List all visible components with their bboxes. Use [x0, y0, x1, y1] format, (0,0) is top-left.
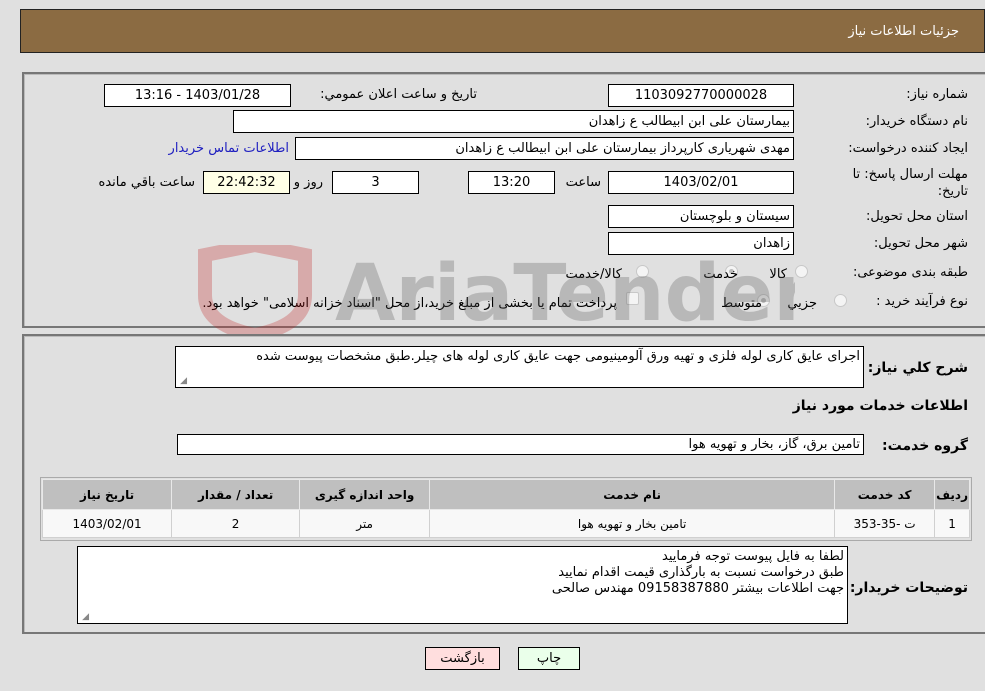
announce-label: تاریخ و ساعت اعلان عمومي: [320, 87, 477, 102]
col-header-unit: واحد اندازه گیری [299, 479, 431, 510]
category-option-goods-service: کالا/خدمت [565, 267, 622, 282]
treasury-checkbox[interactable] [626, 292, 639, 305]
print-button[interactable]: چاپ [518, 647, 580, 670]
deadline-time-field: 13:20 [468, 171, 555, 194]
col-header-service-code: کد خدمت [834, 479, 936, 510]
col-header-row-number: ردیف [934, 479, 970, 510]
buyer-contact-link[interactable]: اطلاعات تماس خریدار [169, 141, 289, 156]
need-details-panel: شماره نیاز: 1103092770000028 تاریخ و ساع… [22, 72, 985, 328]
col-header-quantity: تعداد / مقدار [171, 479, 301, 510]
col-header-need-date: تاریخ نیاز [41, 479, 173, 510]
process-option-medium: متوسط [721, 296, 762, 311]
category-option-goods: کالا [769, 267, 787, 282]
buyer-note-line: طبق درخواست نسبت به بارگذاری قیمت اقدام … [558, 565, 844, 580]
services-section-title: اطلاعات خدمات مورد نیاز [792, 398, 968, 414]
province-field: سیستان و بلوچستان [608, 205, 794, 228]
resize-grip-icon[interactable]: ◢ [80, 613, 89, 622]
creator-field: مهدی شهریاری کارپرداز بیمارستان علی ابن … [295, 137, 794, 160]
process-option-minor: جزيي [787, 296, 817, 311]
buyer-org-label: نام دستگاه خریدار: [865, 114, 968, 129]
table-header-row: ردیف کد خدمت نام خدمت واحد اندازه گیری ت… [41, 479, 970, 510]
process-radio-minor[interactable] [834, 294, 847, 307]
buyer-org-field: بیمارستان علی ابن ابیطالب ع زاهدان [233, 110, 794, 133]
treasury-note: پرداخت تمام یا بخشی از مبلغ خرید،از محل … [202, 296, 617, 311]
cell-row-number: 1 [934, 509, 970, 538]
creator-label: ایجاد کننده درخواست: [848, 141, 968, 156]
description-text: اجرای عایق کاری لوله فلزی و تهیه ورق آلو… [256, 349, 860, 364]
back-button[interactable]: بازگشت [425, 647, 500, 670]
services-table: ردیف کد خدمت نام خدمت واحد اندازه گیری ت… [41, 479, 970, 538]
province-label: استان محل تحویل: [866, 209, 968, 224]
days-label: روز و [293, 175, 323, 190]
remaining-time-field: 22:42:32 [203, 171, 290, 194]
table-row: 1 ت -35-353 تامین بخار و تهویه هوا متر 2… [41, 509, 970, 538]
need-description-panel: شرح کلي نیاز: اجرای عایق کاری لوله فلزی … [22, 334, 985, 634]
service-group-label: گروه خدمت: [882, 438, 968, 454]
category-radio-goods[interactable] [795, 265, 808, 278]
category-option-service: خدمت [703, 267, 738, 282]
description-label: شرح کلي نیاز: [867, 360, 968, 376]
deadline-date-field: 1403/02/01 [608, 171, 794, 194]
announce-datetime-field: 1403/01/28 - 13:16 [104, 84, 291, 107]
deadline-label: مهلت ارسال پاسخ: تا تاریخ: [852, 167, 968, 199]
buyer-note-line: لطفا به فایل پیوست توجه فرمایید [662, 549, 844, 564]
resize-grip-icon[interactable]: ◢ [178, 377, 187, 386]
buyer-notes-textarea[interactable]: لطفا به فایل پیوست توجه فرمایید طبق درخو… [77, 546, 848, 624]
buyer-note-line: جهت اطلاعات بیشتر 09158387880 مهندس صالح… [551, 581, 844, 596]
page-title: جزئیات اطلاعات نیاز [848, 24, 959, 39]
cell-service-code: ت -35-353 [834, 509, 936, 538]
cell-service-name: تامین بخار و تهویه هوا [429, 509, 836, 538]
city-field: زاهدان [608, 232, 794, 255]
process-label: نوع فرآیند خرید : [876, 294, 968, 309]
city-label: شهر محل تحویل: [873, 236, 968, 251]
col-header-service-name: نام خدمت [429, 479, 836, 510]
description-textarea[interactable]: اجرای عایق کاری لوله فلزی و تهیه ورق آلو… [175, 346, 864, 388]
remaining-label: ساعت باقي مانده [98, 175, 195, 190]
category-label: طبقه بندی موضوعی: [852, 265, 968, 280]
cell-unit: متر [299, 509, 431, 538]
days-remaining-field: 3 [332, 171, 419, 194]
service-group-field: تامین برق، گاز، بخار و تهویه هوا [177, 434, 864, 455]
page-header: جزئیات اطلاعات نیاز [20, 9, 985, 53]
cell-quantity: 2 [171, 509, 301, 538]
category-radio-goods-service[interactable] [636, 265, 649, 278]
need-number-label: شماره نیاز: [906, 87, 968, 102]
time-label: ساعت [565, 175, 601, 190]
buyer-notes-label: توضیحات خریدار: [849, 580, 968, 596]
cell-need-date: 1403/02/01 [41, 509, 173, 538]
need-number-field: 1103092770000028 [608, 84, 794, 107]
